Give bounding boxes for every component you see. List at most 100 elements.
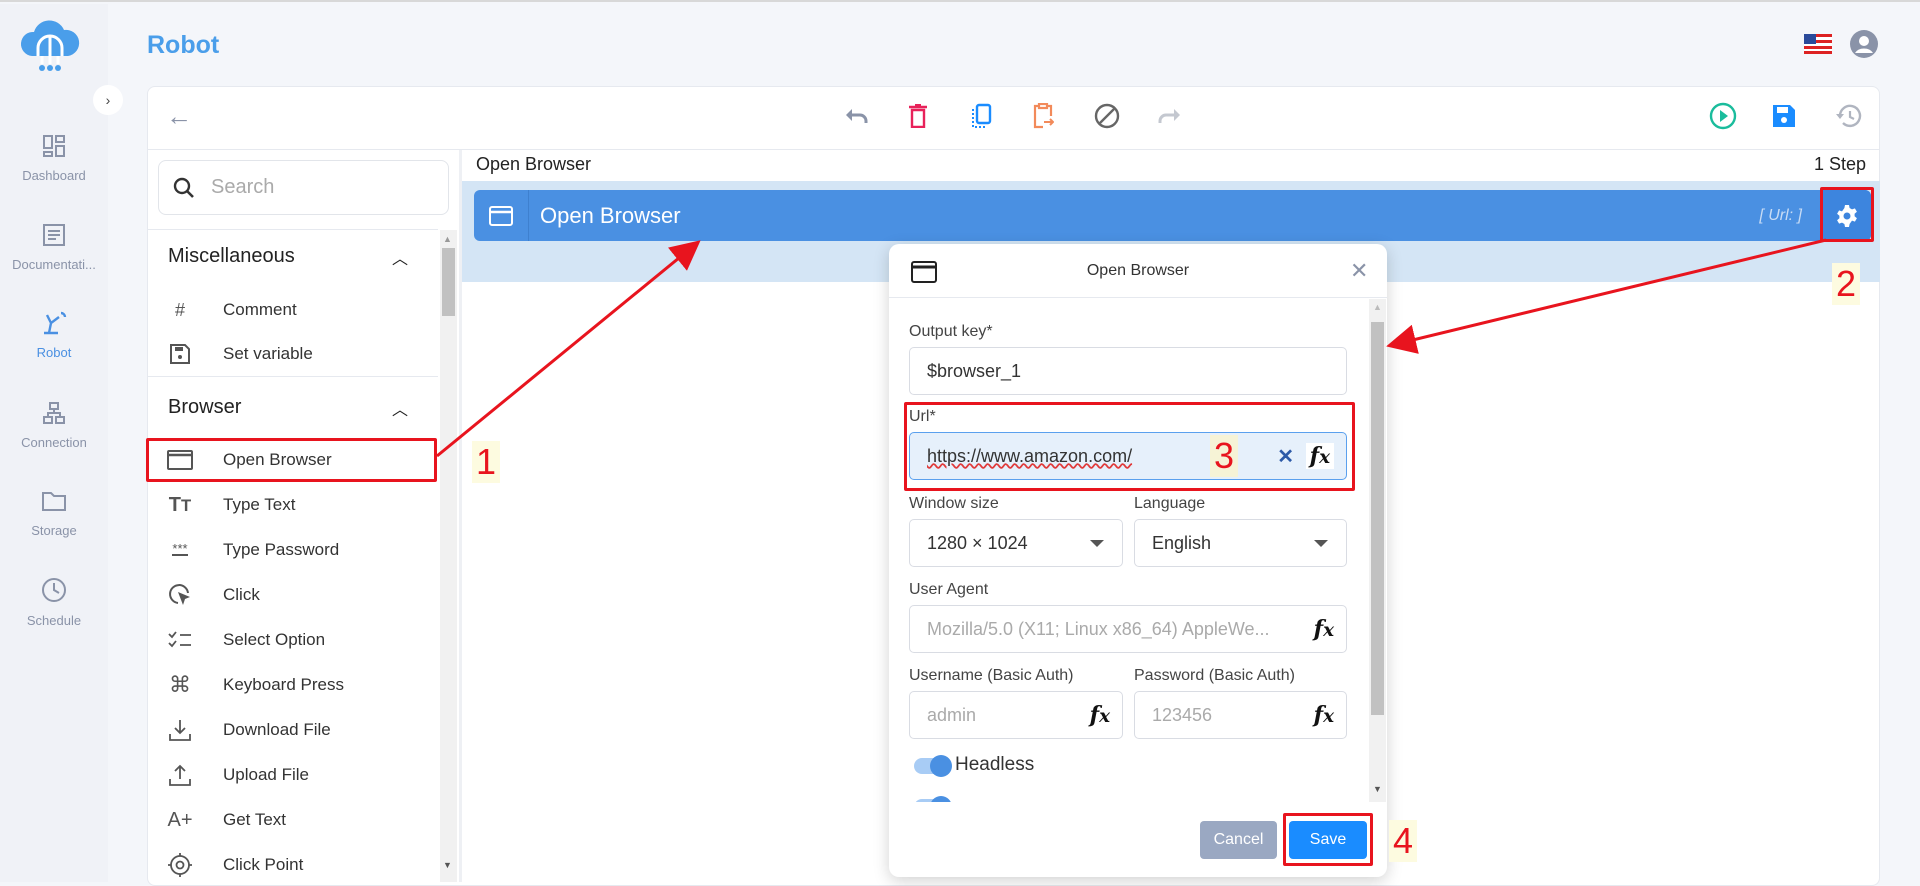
action-list-scrollbar[interactable] xyxy=(440,230,457,882)
sidebar-item-label: Connection xyxy=(21,435,87,450)
annotation-number-3: 3 xyxy=(1210,435,1239,477)
accept-dialog-toggle-clipped[interactable] xyxy=(910,796,990,802)
password-placeholder: 123456 xyxy=(1152,704,1213,725)
action-label: Click Point xyxy=(223,855,304,874)
username-placeholder: admin xyxy=(927,704,977,725)
run-button[interactable] xyxy=(1708,101,1738,131)
group-header-browser[interactable]: Browser xyxy=(168,396,241,419)
sitemap-icon xyxy=(43,402,65,424)
clock-icon xyxy=(42,578,66,602)
sidebar-item-connection[interactable]: Connection xyxy=(0,401,108,450)
dialog-header: Open Browser xyxy=(889,244,1387,298)
page-title: Robot xyxy=(147,31,220,59)
action-type-password[interactable]: *** Type Password xyxy=(164,530,436,570)
save-robot-button[interactable] xyxy=(1769,101,1799,131)
save-icon xyxy=(1773,105,1795,127)
sidebar-item-robot[interactable]: Robot xyxy=(0,311,108,360)
action-set-variable[interactable]: Set variable xyxy=(164,334,436,374)
sidebar-item-label: Robot xyxy=(36,345,72,360)
disable-icon xyxy=(1094,103,1120,129)
user-agent-placeholder: Mozilla/5.0 (X11; Linux x86_64) AppleWe.… xyxy=(927,618,1270,639)
history-button[interactable] xyxy=(1833,101,1863,131)
password-label: Password (Basic Auth) xyxy=(1134,667,1295,684)
action-download-file[interactable]: Download File xyxy=(164,710,436,750)
undo-icon xyxy=(846,109,868,123)
formula-icon[interactable]: fx xyxy=(1314,702,1334,728)
delete-button[interactable] xyxy=(903,101,933,131)
scroll-down-arrow[interactable]: ▼ xyxy=(1373,784,1382,794)
action-label: Download File xyxy=(223,720,331,739)
get-text-icon: A+ xyxy=(167,808,193,831)
sidebar-item-label: Documentati... xyxy=(12,257,96,272)
cancel-button[interactable]: Cancel xyxy=(1200,821,1277,859)
sidebar-item-storage[interactable]: Storage xyxy=(0,489,108,538)
annotation-box-4 xyxy=(1283,813,1373,866)
sidebar-item-schedule[interactable]: Schedule xyxy=(0,577,108,628)
output-key-field[interactable]: $browser_1 xyxy=(909,347,1347,395)
annotation-box-1 xyxy=(146,438,437,482)
sidebar-item-dashboard[interactable]: Dashboard xyxy=(0,134,108,183)
paste-button[interactable] xyxy=(1028,101,1058,131)
user-agent-label: User Agent xyxy=(909,581,989,598)
sidebar-expand-button[interactable]: › xyxy=(93,85,123,115)
duplicate-icon xyxy=(972,103,992,128)
search-input[interactable]: Search xyxy=(158,160,449,215)
upload-icon xyxy=(164,764,196,786)
close-icon[interactable]: ✕ xyxy=(1350,258,1368,284)
scroll-up-arrow[interactable]: ▲ xyxy=(443,234,452,244)
us-flag-icon[interactable] xyxy=(1804,34,1832,54)
undo-button[interactable] xyxy=(842,101,872,131)
sidebar-item-documentation[interactable]: Documentati... xyxy=(0,223,108,272)
disable-button[interactable] xyxy=(1092,101,1122,131)
output-key-value: $browser_1 xyxy=(927,360,1022,381)
username-field[interactable]: admin fx xyxy=(909,691,1123,739)
headless-label: Headless xyxy=(955,754,1035,775)
language-value: English xyxy=(1152,532,1212,553)
divider xyxy=(147,376,438,377)
annotation-box-3 xyxy=(904,402,1355,491)
action-type-text[interactable]: TT Type Text xyxy=(164,485,436,525)
click-icon xyxy=(164,583,196,607)
chevron-up-icon[interactable]: ︿ xyxy=(392,245,408,269)
formula-icon[interactable]: fx xyxy=(1314,616,1334,642)
action-keyboard-press[interactable]: ⌘ Keyboard Press xyxy=(164,665,436,705)
redo-button[interactable] xyxy=(1154,101,1184,131)
duplicate-button[interactable] xyxy=(966,101,996,131)
sidebar-item-label: Dashboard xyxy=(22,168,86,183)
command-key-icon: ⌘ xyxy=(169,672,191,697)
window-size-value: 1280 × 1024 xyxy=(927,532,1028,553)
headless-toggle[interactable] xyxy=(914,755,952,777)
scrollbar-thumb[interactable] xyxy=(442,248,455,316)
action-get-text[interactable]: A+ Get Text xyxy=(164,800,436,840)
password-field[interactable]: 123456 fx xyxy=(1134,691,1347,739)
action-upload-file[interactable]: Upload File xyxy=(164,755,436,795)
action-click-point[interactable]: Click Point xyxy=(164,845,436,885)
scroll-up-arrow[interactable]: ▲ xyxy=(1373,302,1382,312)
search-placeholder: Search xyxy=(211,176,275,198)
step-count: 1 Step xyxy=(1813,154,1866,174)
action-click[interactable]: Click xyxy=(164,575,436,615)
action-comment[interactable]: # Comment xyxy=(164,290,436,330)
sidebar-item-label: Schedule xyxy=(26,613,82,628)
scroll-down-arrow[interactable]: ▼ xyxy=(443,860,452,870)
window-top-border xyxy=(0,0,1920,4)
group-header-miscellaneous[interactable]: Miscellaneous xyxy=(168,245,295,268)
action-label: Keyboard Press xyxy=(223,675,344,694)
divider xyxy=(147,229,438,230)
target-icon xyxy=(164,852,196,878)
formula-icon[interactable]: fx xyxy=(1090,702,1110,728)
history-icon xyxy=(1836,104,1862,128)
chevron-up-icon[interactable]: ︿ xyxy=(392,396,408,420)
document-icon xyxy=(43,224,65,246)
dialog-scrollbar-thumb[interactable] xyxy=(1371,322,1384,715)
window-size-select[interactable]: 1280 × 1024 xyxy=(909,519,1123,567)
language-select[interactable]: English xyxy=(1134,519,1347,567)
user-agent-field[interactable]: Mozilla/5.0 (X11; Linux x86_64) AppleWe.… xyxy=(909,605,1347,653)
action-select-option[interactable]: Select Option xyxy=(164,620,436,660)
breadcrumb: Open Browser xyxy=(476,154,592,174)
back-arrow-icon[interactable]: ← xyxy=(166,101,192,132)
avatar[interactable] xyxy=(1850,30,1878,58)
action-label: Type Password xyxy=(223,540,340,559)
step-open-browser[interactable]: Open Browser [ Url: ] xyxy=(474,190,1871,241)
checklist-icon xyxy=(164,630,196,650)
